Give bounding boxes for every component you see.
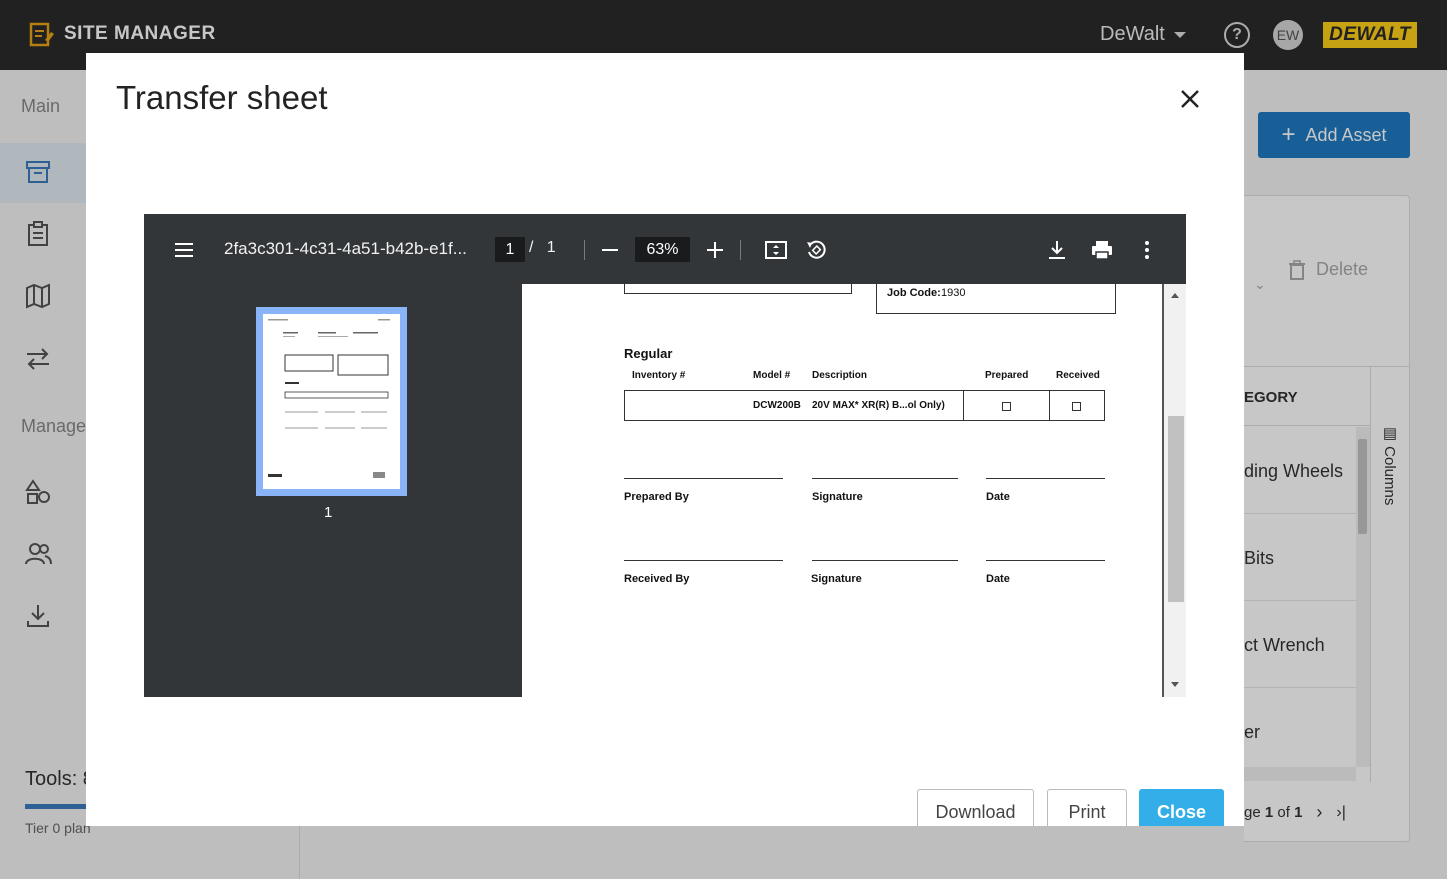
pdf-viewer: 2fa3c301-4c31-4a51-b42b-e1f... 1 / 1 63% [144, 214, 1186, 697]
prepared-by-label: Prepared By [624, 491, 689, 503]
zoom-out-icon[interactable] [598, 238, 622, 262]
download-icon[interactable] [1045, 238, 1069, 262]
pdf-page: Job Code: 1930 Regular Inventory # Model… [522, 282, 1162, 697]
rotate-icon[interactable] [804, 238, 828, 262]
col-description: Description [812, 370, 868, 381]
signature-line [812, 478, 958, 479]
thumbnail-page-preview [263, 314, 400, 489]
table-row: DCW200B 20V MAX* XR(R) B...ol Only) [624, 390, 1105, 421]
pdf-thumbnail-sidebar: 1 [144, 284, 522, 697]
download-button[interactable]: Download [917, 789, 1034, 826]
received-by-label: Received By [624, 573, 690, 585]
close-icon[interactable] [1176, 85, 1204, 113]
zoom-in-icon[interactable] [703, 238, 727, 262]
pdf-vertical-scrollbar[interactable] [1164, 284, 1186, 697]
date-label: Date [986, 491, 1010, 503]
signature-line [986, 478, 1105, 479]
col-received: Received [1056, 370, 1100, 381]
thumbnail-page-number: 1 [324, 504, 333, 521]
thumbnail-preview-graphic [268, 319, 390, 478]
print-button[interactable]: Print [1047, 789, 1127, 826]
signature-line [624, 560, 783, 561]
job-code-value: 1930 [941, 287, 966, 299]
page-count: / 1 [529, 239, 556, 257]
col-prepared: Prepared [985, 370, 1029, 381]
print-icon[interactable] [1090, 238, 1114, 262]
job-code-label: Job Code: [887, 287, 941, 299]
cell-divider [1049, 391, 1050, 420]
col-inventory: Inventory # [632, 370, 686, 381]
more-options-icon[interactable] [1135, 238, 1159, 262]
received-checkbox[interactable] [1072, 402, 1081, 411]
col-model: Model # [753, 370, 791, 381]
page-separator: / [529, 239, 534, 256]
job-code-box: Job Code: 1930 [876, 282, 1116, 314]
signature-label: Signature [812, 491, 863, 503]
page-thumbnail[interactable] [256, 307, 407, 496]
scrollbar-thumb[interactable] [1168, 416, 1184, 602]
toolbar-divider [740, 240, 741, 260]
pdf-filename: 2fa3c301-4c31-4a51-b42b-e1f... [224, 239, 467, 258]
modal-title: Transfer sheet [116, 79, 328, 116]
signature-line [812, 560, 958, 561]
prepared-checkbox[interactable] [1002, 402, 1011, 411]
signature-line [624, 478, 783, 479]
zoom-level-input[interactable]: 63% [635, 237, 690, 262]
total-pages: 1 [546, 239, 556, 256]
row-model: DCW200B [753, 400, 801, 411]
menu-icon[interactable] [172, 238, 196, 262]
fit-to-page-icon[interactable] [764, 238, 788, 262]
partial-box-left [624, 282, 852, 294]
row-description: 20V MAX* XR(R) B...ol Only) [812, 400, 945, 411]
section-heading: Regular [624, 346, 673, 361]
pdf-page-area: Job Code: 1930 Regular Inventory # Model… [522, 282, 1186, 697]
signature-line [986, 560, 1105, 561]
close-button[interactable]: Close [1139, 789, 1224, 826]
toolbar-divider [584, 240, 585, 260]
scroll-down-arrow-icon[interactable] [1170, 681, 1180, 689]
page-number-input[interactable]: 1 [495, 237, 525, 262]
scroll-up-arrow-icon[interactable] [1170, 291, 1180, 299]
transfer-sheet-modal: Transfer sheet 2fa3c301-4c31-4a51-b42b-e… [86, 53, 1244, 826]
signature-label: Signature [811, 573, 862, 585]
date-label: Date [986, 573, 1010, 585]
cell-divider [963, 391, 964, 420]
pdf-toolbar: 2fa3c301-4c31-4a51-b42b-e1f... 1 / 1 63% [144, 214, 1186, 284]
